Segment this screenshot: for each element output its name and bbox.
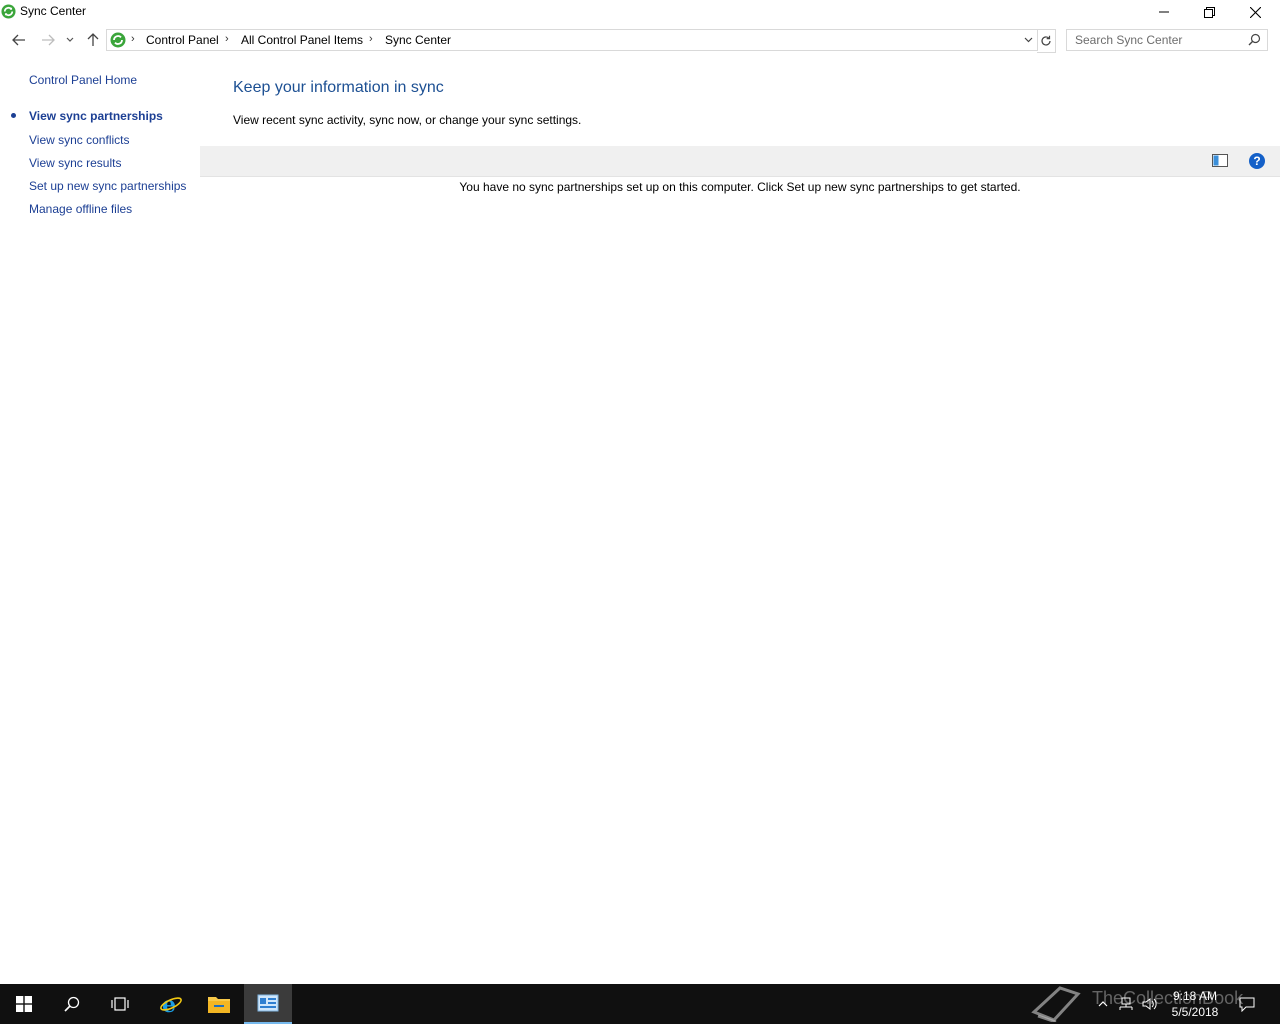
breadcrumb-control-panel[interactable]: Control Panel [146,33,219,47]
recent-locations-button[interactable] [62,30,78,50]
show-hidden-icons-button[interactable] [1095,984,1111,1024]
internet-explorer-icon: e [160,992,182,1016]
taskbar-search-button[interactable] [48,984,96,1024]
breadcrumb-separator-icon[interactable]: › [369,33,373,45]
sidebar-item-view-sync-conflicts[interactable]: View sync conflicts [29,133,129,147]
arrow-left-icon [12,34,25,46]
minimize-icon [1159,11,1169,13]
close-icon [1249,6,1261,18]
restore-icon [1203,6,1215,18]
sidebar-item-view-sync-partnerships[interactable]: View sync partnerships [29,109,163,123]
back-button[interactable] [9,30,29,50]
action-center-button[interactable] [1238,984,1256,1024]
search-icon[interactable] [1248,33,1261,46]
search-input[interactable]: Search Sync Center [1066,29,1268,51]
task-view-button[interactable] [96,984,144,1024]
control-panel-home-link[interactable]: Control Panel Home [29,73,137,87]
start-button[interactable] [0,984,48,1024]
up-button[interactable] [83,30,103,50]
chevron-down-icon [66,37,74,42]
page-description: View recent sync activity, sync now, or … [233,113,582,127]
arrow-up-icon [87,33,99,46]
breadcrumb-sync-center[interactable]: Sync Center [385,33,451,47]
breadcrumb-all-items[interactable]: All Control Panel Items [241,33,363,47]
task-view-icon [111,997,129,1011]
refresh-icon [1041,35,1051,46]
clock-time: 9:18 AM [1172,989,1218,1003]
sidebar-item-view-sync-results[interactable]: View sync results [29,156,121,170]
windows-logo-icon [16,996,32,1012]
chevron-down-icon [1024,37,1032,43]
close-button[interactable] [1232,0,1278,24]
internet-explorer-taskbar-button[interactable]: e [147,984,195,1024]
arrow-right-icon [42,34,55,46]
sync-center-icon [110,32,126,48]
command-toolbar: ? [200,146,1280,177]
notification-icon [1239,997,1255,1012]
control-panel-taskbar-button[interactable] [244,984,292,1024]
preview-pane-icon[interactable] [1212,154,1228,167]
network-tray-button[interactable] [1117,984,1135,1024]
address-bar[interactable]: › Control Panel › All Control Panel Item… [106,29,1038,51]
system-clock[interactable]: 9:18 AM 5/5/2018 [1160,988,1230,1020]
search-icon [64,996,80,1012]
speaker-icon [1142,998,1157,1010]
volume-tray-button[interactable] [1141,984,1159,1024]
restore-button[interactable] [1186,0,1232,24]
sync-center-icon [1,4,16,19]
search-placeholder: Search Sync Center [1075,33,1183,47]
page-title: Keep your information in sync [233,79,444,96]
refresh-button[interactable] [1037,29,1056,53]
breadcrumb-separator-icon[interactable]: › [131,33,135,45]
active-item-bullet [11,113,16,118]
network-icon [1119,997,1133,1010]
breadcrumb-separator-icon[interactable]: › [225,33,229,45]
folder-icon [208,997,230,1013]
file-explorer-taskbar-button[interactable] [195,984,243,1024]
sidebar-item-set-up-new-sync-partnerships[interactable]: Set up new sync partnerships [29,179,186,193]
empty-state-message: You have no sync partnerships set up on … [459,180,1021,194]
control-panel-icon [257,994,279,1012]
clock-date: 5/5/2018 [1171,1005,1219,1019]
title-bar: Sync Center [0,0,1280,24]
help-icon[interactable]: ? [1249,153,1265,169]
window-title: Sync Center [20,4,87,18]
address-dropdown-button[interactable] [1021,32,1035,48]
minimize-button[interactable] [1141,0,1187,24]
chevron-up-icon [1098,1001,1108,1007]
forward-button[interactable] [38,30,58,50]
sidebar-item-manage-offline-files[interactable]: Manage offline files [29,202,132,216]
navigation-bar: › Control Panel › All Control Panel Item… [0,26,1280,54]
